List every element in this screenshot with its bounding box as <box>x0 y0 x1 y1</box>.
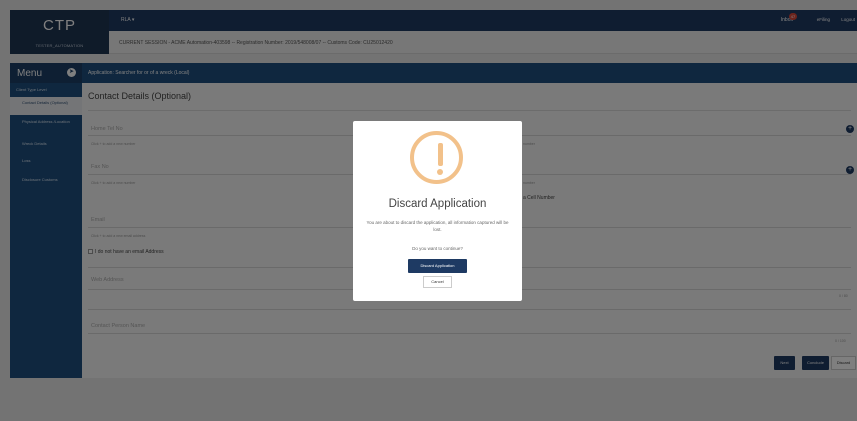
warning-icon-dot <box>437 169 443 175</box>
cancel-button[interactable]: Cancel <box>423 276 452 288</box>
confirm-discard-button[interactable]: Discard Application <box>408 259 467 273</box>
dialog-title: Discard Application <box>388 198 487 210</box>
dialog-message: You are about to discard the application… <box>366 220 509 232</box>
warning-icon <box>410 131 463 184</box>
warning-icon-bar <box>438 143 443 166</box>
discard-dialog: Discard Application You are about to dis… <box>353 121 522 301</box>
dialog-question: Do you want to continue? <box>412 246 463 251</box>
